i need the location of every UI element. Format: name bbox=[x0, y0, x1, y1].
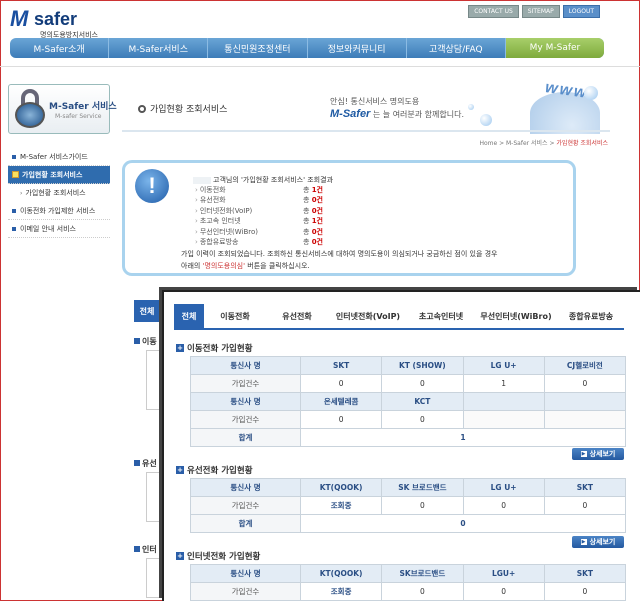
summary-note-action: 아래의 '명의도용의심' 버튼을 클릭하십시오. bbox=[181, 262, 310, 270]
summary-row: 유선전화총 0건 bbox=[195, 195, 323, 205]
section-title-mobile: + 이동전화 가입현황 bbox=[176, 344, 253, 354]
logo-mark: M bbox=[10, 6, 29, 31]
bg-table bbox=[146, 558, 162, 598]
sidebar-item-lookup[interactable]: 가입현황 조회서비스 bbox=[8, 166, 110, 184]
circle-icon bbox=[138, 104, 146, 113]
summary-row: 무선인터넷(WiBro)총 0건 bbox=[195, 227, 323, 237]
sidebar-item-label: 이메일 안내 서비스 bbox=[20, 224, 76, 233]
bg-tab-all[interactable]: 전체 bbox=[134, 300, 160, 322]
bg-section-wired: 유선 bbox=[134, 458, 157, 469]
detail-button-wired[interactable]: ▶ 상세보기 bbox=[572, 536, 624, 548]
arrow-right-icon: › bbox=[20, 189, 23, 197]
summary-row: 초고속 인터넷총 1건 bbox=[195, 216, 323, 226]
tab-wibro[interactable]: 무선인터넷(WiBro) bbox=[474, 304, 558, 328]
sidebar-item-label: M-Safer 서비스가이드 bbox=[20, 152, 88, 161]
service-box-subtitle: M-safer Service bbox=[55, 113, 102, 120]
bg-table bbox=[146, 472, 162, 522]
service-box-title: M-Safer 서비스 bbox=[49, 102, 117, 112]
nav-item-faq[interactable]: 고객상담/FAQ bbox=[407, 38, 506, 58]
sidebar-item-email[interactable]: 이메일 안내 서비스 bbox=[8, 220, 110, 238]
banner-divider bbox=[122, 130, 610, 132]
bg-section-voip: 인터 bbox=[134, 544, 157, 555]
table-row: 합계 0 bbox=[190, 514, 626, 533]
plus-icon: + bbox=[176, 552, 184, 560]
tab-broadband[interactable]: 초고속인터넷 bbox=[408, 304, 474, 328]
table-row: 가입건수 0 0 1 0 bbox=[190, 374, 627, 393]
table-row: 가입건수 조회중 0 0 0 bbox=[190, 496, 627, 515]
arrow-right-icon: ▶ bbox=[580, 539, 587, 545]
nav-item-mediation[interactable]: 통신민원조정센터 bbox=[208, 38, 308, 58]
arrow-right-icon: ▶ bbox=[580, 451, 587, 457]
detail-button-mobile[interactable]: ▶ 상세보기 bbox=[572, 448, 624, 460]
section-title-wired: + 유선전화 가입현황 bbox=[176, 466, 253, 476]
bubble-icon bbox=[468, 104, 474, 110]
logo-text: safer bbox=[34, 9, 78, 29]
table-row: 통신사 명 온세텔레콤 KCT bbox=[190, 392, 627, 411]
main-nav: M-Safer소개 M-Safer서비스 통신민원조정센터 정보와커뮤니티 고객… bbox=[10, 38, 605, 58]
breadcrumb: Home > M-Safer 서비스 > 가입현황 조회서비스 bbox=[479, 140, 608, 147]
tab-voip[interactable]: 인터넷전화(VoIP) bbox=[328, 304, 408, 328]
page-title: 가입현황 조회서비스 bbox=[138, 102, 227, 115]
summary-header: 고객님의 '가입현황 조회서비스' 조회결과 bbox=[193, 175, 333, 185]
tab-wired[interactable]: 유선전화 bbox=[266, 304, 328, 328]
table-row: 통신사 명 KT(QOOK) SK브로드밴드 LGU+ SKT bbox=[190, 564, 627, 583]
table-row: 통신사 명 SKT KT (SHOW) LG U+ CJ헬로비전 bbox=[190, 356, 627, 375]
voip-status-table: 통신사 명 KT(QOOK) SK브로드밴드 LGU+ SKT 가입건수 조회중… bbox=[190, 564, 627, 601]
sidebar-item-label: 가입현황 조회서비스 bbox=[25, 189, 86, 197]
nav-item-my-msafer[interactable]: My M-Safer bbox=[505, 38, 605, 58]
summary-row: 인터넷전화(VoIP)총 0건 bbox=[195, 206, 323, 216]
plus-icon: + bbox=[176, 466, 184, 474]
top-links: CONTACT US SITEMAP LOGOUT bbox=[468, 5, 600, 18]
banner-tagline: 안심! 통신서비스 명의도용 bbox=[330, 97, 420, 106]
section-title-voip: + 인터넷전화 가입현황 bbox=[176, 552, 261, 562]
bubble-icon bbox=[480, 114, 492, 126]
wired-status-table: 통신사 명 KT(QOOK) SK 브로드밴드 LG U+ SKT 가입건수 조… bbox=[190, 478, 627, 533]
table-row: 가입건수 0 0 bbox=[190, 410, 627, 429]
sitemap-link[interactable]: SITEMAP bbox=[521, 5, 560, 18]
msafer-logo[interactable]: M safer 명의도용방지서비스 bbox=[10, 6, 120, 39]
service-tabs: 전체 이동전화 유선전화 인터넷전화(VoIP) 초고속인터넷 무선인터넷(Wi… bbox=[174, 304, 624, 330]
banner-slogan: M-Safer 는 늘 여러분과 함께합니다. bbox=[330, 108, 465, 120]
suspect-link[interactable]: '명의도용의심' bbox=[203, 262, 246, 270]
sidebar-item-label: 가입현황 조회서비스 bbox=[22, 170, 83, 179]
bullet-icon bbox=[12, 208, 16, 213]
nav-divider bbox=[0, 66, 640, 67]
contact-us-link[interactable]: CONTACT US bbox=[468, 5, 519, 18]
summary-note: 가입 이력이 조회되었습니다. 조회하신 통신서비스에 대하여 명의도용이 의심… bbox=[181, 250, 498, 258]
logout-link[interactable]: LOGOUT bbox=[562, 5, 600, 18]
sidebar-item-guide[interactable]: M-Safer 서비스가이드 bbox=[8, 148, 110, 166]
summary-row: 종합유료방송총 0건 bbox=[195, 237, 323, 247]
lock-icon bbox=[13, 89, 47, 129]
bg-section-mobile: 이동 bbox=[134, 336, 157, 347]
sidebar-item-mobile-limit[interactable]: 이동전화 가입제한 서비스 bbox=[8, 202, 110, 220]
table-row: 가입건수 조회중 0 0 0 bbox=[190, 582, 627, 601]
bullet-icon bbox=[12, 154, 16, 159]
sidebar-menu: M-Safer 서비스가이드 가입현황 조회서비스 › 가입현황 조회서비스 이… bbox=[8, 148, 110, 238]
mobile-status-table: 통신사 명 SKT KT (SHOW) LG U+ CJ헬로비전 가입건수 0 … bbox=[190, 356, 627, 447]
table-row: 통신사 명 KT(QOOK) SK 브로드밴드 LG U+ SKT bbox=[190, 478, 627, 497]
tab-mobile[interactable]: 이동전화 bbox=[204, 304, 266, 328]
tab-all[interactable]: 전체 bbox=[174, 304, 204, 328]
sidebar-item-label: 이동전화 가입제한 서비스 bbox=[20, 206, 96, 215]
service-title-box: M-Safer 서비스 M-safer Service bbox=[8, 84, 117, 134]
table-row: 합계 1 bbox=[190, 428, 626, 447]
lookup-result-summary: ! 고객님의 '가입현황 조회서비스' 조회결과 이동전화총 1건 유선전화총 … bbox=[122, 160, 576, 276]
bullet-icon bbox=[12, 226, 16, 231]
plus-icon: + bbox=[176, 344, 184, 352]
sidebar-subitem-lookup[interactable]: › 가입현황 조회서비스 bbox=[8, 184, 110, 202]
summary-row: 이동전화총 1건 bbox=[195, 185, 323, 195]
zoomed-detail-panel: 전체 이동전화 유선전화 인터넷전화(VoIP) 초고속인터넷 무선인터넷(Wi… bbox=[162, 290, 640, 601]
exclamation-icon: ! bbox=[135, 169, 169, 203]
nav-item-service[interactable]: M-Safer서비스 bbox=[109, 38, 209, 58]
bubble-icon bbox=[584, 86, 598, 100]
check-icon bbox=[12, 171, 19, 178]
bg-table bbox=[146, 350, 162, 410]
tab-cable-tv[interactable]: 종합유료방송 bbox=[558, 304, 624, 328]
nav-item-community[interactable]: 정보와커뮤니티 bbox=[308, 38, 407, 58]
nav-item-intro[interactable]: M-Safer소개 bbox=[10, 38, 110, 58]
